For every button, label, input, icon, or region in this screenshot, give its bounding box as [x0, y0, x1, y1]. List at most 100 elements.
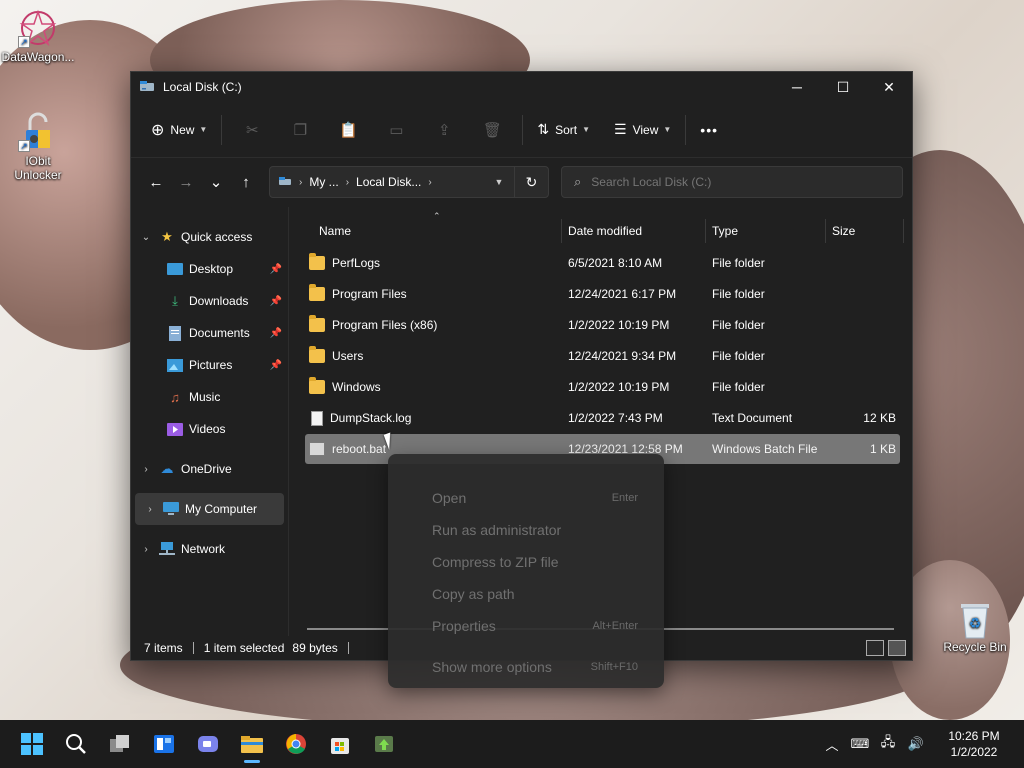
- search-taskbar-button[interactable]: [54, 724, 98, 764]
- videos-icon: [167, 421, 183, 437]
- search-box[interactable]: ⌕: [561, 166, 903, 198]
- close-button[interactable]: ✕: [866, 72, 912, 102]
- cut-icon[interactable]: ✂: [228, 114, 276, 146]
- title-bar[interactable]: Local Disk (C:) ─ ☐ ✕: [131, 72, 912, 102]
- status-selection: 1 item selected: [203, 641, 285, 655]
- sidebar-item-onedrive[interactable]: › ☁ OneDrive: [131, 453, 288, 485]
- installer-app-button[interactable]: [362, 724, 406, 764]
- rename-icon[interactable]: ▭: [372, 114, 420, 146]
- sidebar-item-documents[interactable]: Documents 📌: [131, 317, 288, 349]
- sort-ascending-icon: ⌃: [433, 211, 441, 221]
- file-size: 1 KB: [869, 442, 896, 456]
- back-arrow-icon[interactable]: ←: [141, 167, 171, 197]
- teams-chat-button[interactable]: [186, 724, 230, 764]
- computer-icon: [163, 501, 179, 517]
- clock[interactable]: 10:26 PM 1/2/2022: [936, 728, 1012, 760]
- file-explorer-taskbar-button[interactable]: [230, 724, 274, 764]
- sidebar-item-network[interactable]: › Network: [131, 533, 288, 565]
- column-header-name[interactable]: Name: [289, 219, 562, 243]
- view-button-label: View: [632, 122, 659, 137]
- iobit-unlocker-icon: ↗: [18, 112, 58, 152]
- desktop-icon-iobit-unlocker[interactable]: ↗ IObit Unlocker: [0, 112, 76, 182]
- file-row[interactable]: Program Files 12/24/2021 6:17 PM File fo…: [305, 279, 900, 309]
- sidebar-item-my-computer[interactable]: › My Computer: [135, 493, 284, 525]
- task-view-button[interactable]: [98, 724, 142, 764]
- view-button[interactable]: ☰ View ▼: [606, 114, 679, 146]
- breadcrumb-chevron-icon: ›: [299, 176, 303, 188]
- address-dropdown-icon[interactable]: ▼: [484, 177, 514, 187]
- volume-icon[interactable]: 🔊: [902, 736, 930, 752]
- chrome-button[interactable]: [274, 724, 318, 764]
- sidebar-item-videos[interactable]: Videos: [131, 413, 288, 445]
- toolbar-separator: [522, 114, 524, 145]
- up-arrow-icon[interactable]: ↑: [231, 167, 261, 197]
- context-menu-run-as-administrator[interactable]: Run as administrator: [388, 514, 664, 546]
- context-menu-open[interactable]: Open Enter: [388, 482, 664, 514]
- menu-item-label: Run as administrator: [432, 522, 562, 538]
- file-row[interactable]: Users 12/24/2021 9:34 PM File folder: [305, 341, 900, 371]
- sidebar-item-quick-access[interactable]: ⌄ ★ Quick access: [131, 221, 288, 253]
- new-button[interactable]: ⊕ New ▼: [143, 114, 215, 146]
- desktop-icon-label: Recycle Bin: [943, 640, 1007, 654]
- folder-icon: [309, 346, 325, 363]
- forward-arrow-icon[interactable]: →: [171, 167, 201, 197]
- context-menu-compress-zip[interactable]: Compress to ZIP file: [388, 546, 664, 578]
- network-icon[interactable]: 🖧: [874, 733, 902, 755]
- file-row[interactable]: Windows 1/2/2022 10:19 PM File folder: [305, 372, 900, 402]
- column-header-size[interactable]: Size: [826, 219, 904, 243]
- sort-button[interactable]: ⇅ Sort ▼: [529, 114, 598, 146]
- drive-icon: [278, 175, 292, 190]
- start-button[interactable]: [10, 724, 54, 764]
- details-view-toggle[interactable]: [866, 640, 884, 656]
- address-bar[interactable]: › My ... › Local Disk... › ▼ ↻: [269, 166, 549, 198]
- folder-icon: [241, 736, 263, 753]
- context-menu-properties[interactable]: Properties Alt+Enter: [388, 610, 664, 642]
- refresh-icon[interactable]: ↻: [514, 167, 548, 197]
- file-row[interactable]: Program Files (x86) 1/2/2022 10:19 PM Fi…: [305, 310, 900, 340]
- file-name: reboot.bat: [332, 442, 387, 456]
- sidebar-item-music[interactable]: ♫ Music: [131, 381, 288, 413]
- file-name: DumpStack.log: [330, 411, 412, 425]
- sidebar-item-pictures[interactable]: Pictures 📌: [131, 349, 288, 381]
- widgets-button[interactable]: [142, 724, 186, 764]
- breadcrumb-my-computer[interactable]: My ...: [309, 175, 338, 189]
- pin-icon: 📌: [269, 295, 282, 307]
- chat-icon: [198, 736, 218, 752]
- paste-icon[interactable]: 📋: [324, 114, 372, 146]
- menu-item-label: Properties: [432, 618, 496, 634]
- file-row[interactable]: DumpStack.log 1/2/2022 7:43 PM Text Docu…: [305, 403, 900, 433]
- copy-icon[interactable]: ❐: [276, 114, 324, 146]
- delete-icon[interactable]: 🗑: [468, 114, 516, 146]
- context-menu-show-more-options[interactable]: Show more options Shift+F10: [388, 651, 664, 683]
- minimize-button[interactable]: ─: [774, 72, 820, 102]
- context-menu-copy-as-path[interactable]: Copy as path: [388, 578, 664, 610]
- batch-file-icon: [309, 442, 325, 456]
- maximize-button[interactable]: ☐: [820, 72, 866, 102]
- chevron-up-icon[interactable]: ︿: [818, 735, 846, 754]
- taskbar: ︿ ⌨ 🖧 🔊 10:26 PM 1/2/2022: [0, 720, 1024, 768]
- column-header-date-modified[interactable]: Date modified: [562, 219, 706, 243]
- sidebar-item-desktop[interactable]: Desktop 📌: [131, 253, 288, 285]
- microsoft-store-button[interactable]: [318, 724, 362, 764]
- breadcrumb-local-disk[interactable]: Local Disk...: [356, 175, 421, 189]
- search-input[interactable]: [591, 175, 872, 189]
- desktop-icon-recycle-bin[interactable]: ♻ Recycle Bin: [937, 598, 1013, 654]
- file-row[interactable]: PerfLogs 6/5/2021 8:10 AM File folder: [305, 248, 900, 278]
- search-icon: ⌕: [574, 174, 582, 189]
- tiles-view-toggle[interactable]: [888, 640, 906, 656]
- menu-item-shortcut: Enter: [611, 492, 638, 504]
- sidebar-item-downloads[interactable]: ⤓ Downloads 📌: [131, 285, 288, 317]
- more-options-button[interactable]: •••: [692, 114, 726, 146]
- desktop-icon-datawagon[interactable]: ↗ DataWagon...: [0, 8, 76, 64]
- shortcut-arrow-icon: ↗: [18, 140, 30, 152]
- share-icon[interactable]: ⇪: [420, 114, 468, 146]
- column-header-type[interactable]: Type: [706, 219, 826, 243]
- column-header-row: ⌃ Name Date modified Type Size: [289, 211, 912, 247]
- system-tray: ︿ ⌨ 🖧 🔊 10:26 PM 1/2/2022: [818, 720, 1024, 768]
- pin-icon: 📌: [269, 327, 282, 339]
- keyboard-icon[interactable]: ⌨: [846, 736, 874, 752]
- menu-item-shortcut: Alt+Enter: [592, 620, 638, 632]
- chevron-right-icon: ›: [148, 503, 152, 515]
- breadcrumb-chevron-icon: ›: [345, 176, 350, 188]
- recent-locations-icon[interactable]: ⌄: [201, 167, 231, 197]
